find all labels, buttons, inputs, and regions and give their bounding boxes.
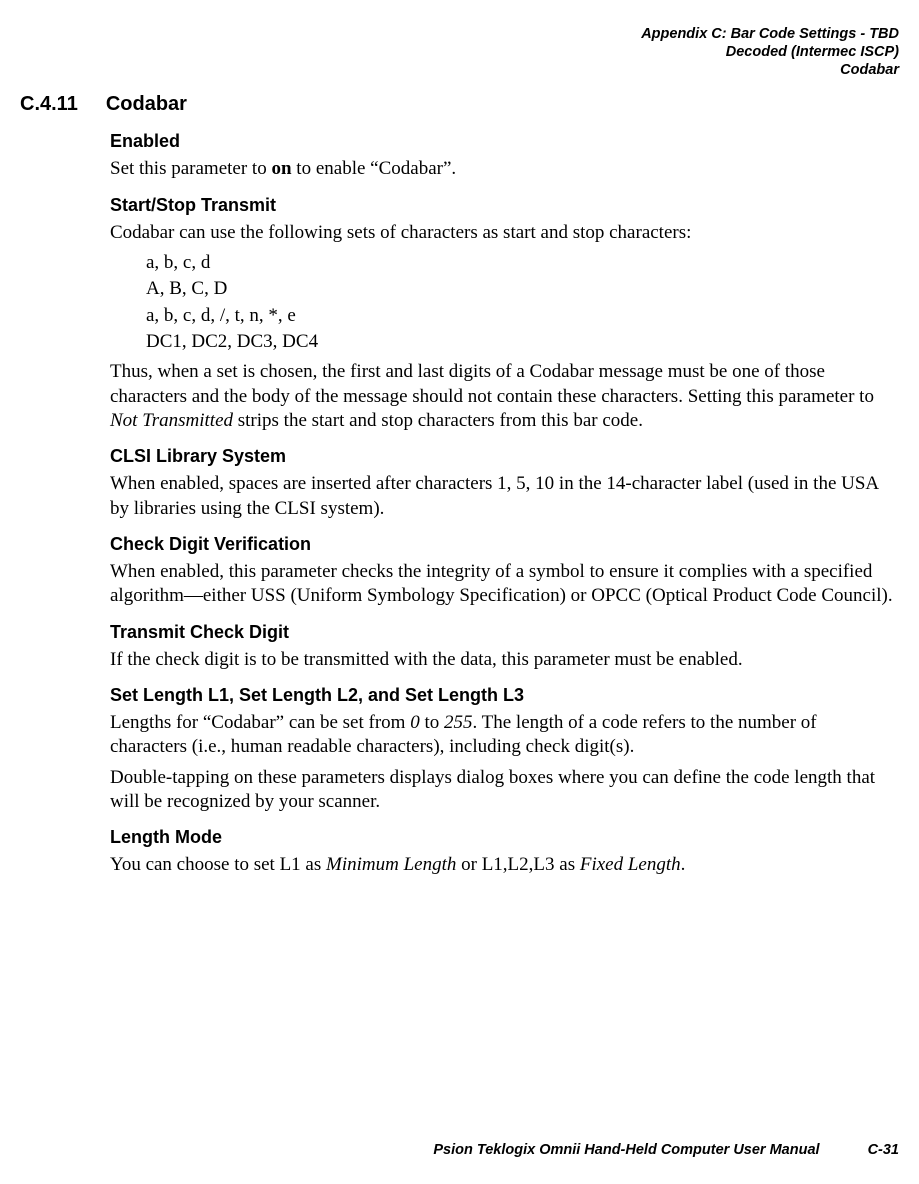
text: to [420,712,444,733]
charset-3: a, b, c, d, /, t, n, *, e [146,304,895,328]
text: Set this parameter to [110,158,271,179]
para-startstop-intro: Codabar can use the following sets of ch… [110,221,895,245]
charset-4: DC1, DC2, DC3, DC4 [146,330,895,354]
running-header: Appendix C: Bar Code Settings - TBD Deco… [20,25,899,79]
charset-1: a, b, c, d [146,251,895,275]
content-body: Enabled Set this parameter to on to enab… [110,130,895,877]
para-tcd: If the check digit is to be transmitted … [110,648,895,672]
subhead-cdv: Check Digit Verification [110,533,895,556]
para-enabled: Set this parameter to on to enable “Coda… [110,157,895,181]
text: Lengths for “Codabar” can be set from [110,712,410,733]
charset-2: A, B, C, D [146,277,895,301]
section-title: Codabar [106,93,187,115]
para-cdv: When enabled, this parameter checks the … [110,560,895,609]
bold-text: on [271,158,291,179]
section-number: C.4.11 [20,93,78,115]
para-clsi: When enabled, spaces are inserted after … [110,472,895,521]
text: Thus, when a set is chosen, the first an… [110,361,874,406]
page-footer: Psion Teklogix Omnii Hand-Held Computer … [20,1142,899,1158]
italic-text: Not Transmitted [110,410,233,431]
italic-text: 0 [410,712,420,733]
italic-text: Fixed Length [580,854,681,875]
header-line-1: Appendix C: Bar Code Settings - TBD [20,25,899,43]
italic-text: 255 [444,712,473,733]
subhead-enabled: Enabled [110,130,895,153]
header-line-3: Codabar [20,61,899,79]
text: strips the start and stop characters fro… [233,410,643,431]
subhead-tcd: Transmit Check Digit [110,621,895,644]
subhead-setlength: Set Length L1, Set Length L2, and Set Le… [110,684,895,707]
subhead-clsi: CLSI Library System [110,445,895,468]
para-lengthmode: You can choose to set L1 as Minimum Leng… [110,853,895,877]
section-heading: C.4.11 Codabar [20,93,899,116]
footer-page-number: C-31 [868,1142,899,1158]
para-setlength-1: Lengths for “Codabar” can be set from 0 … [110,711,895,760]
italic-text: Minimum Length [326,854,456,875]
text: to enable “Codabar”. [292,158,457,179]
para-startstop-desc: Thus, when a set is chosen, the first an… [110,360,895,433]
subhead-lengthmode: Length Mode [110,826,895,849]
subhead-startstop: Start/Stop Transmit [110,194,895,217]
para-setlength-2: Double-tapping on these parameters displ… [110,766,895,815]
footer-book-title: Psion Teklogix Omnii Hand-Held Computer … [433,1142,819,1158]
text: . [681,854,686,875]
text: or L1,L2,L3 as [456,854,579,875]
startstop-char-sets: a, b, c, d A, B, C, D a, b, c, d, /, t, … [146,251,895,354]
text: You can choose to set L1 as [110,854,326,875]
header-line-2: Decoded (Intermec ISCP) [20,43,899,61]
